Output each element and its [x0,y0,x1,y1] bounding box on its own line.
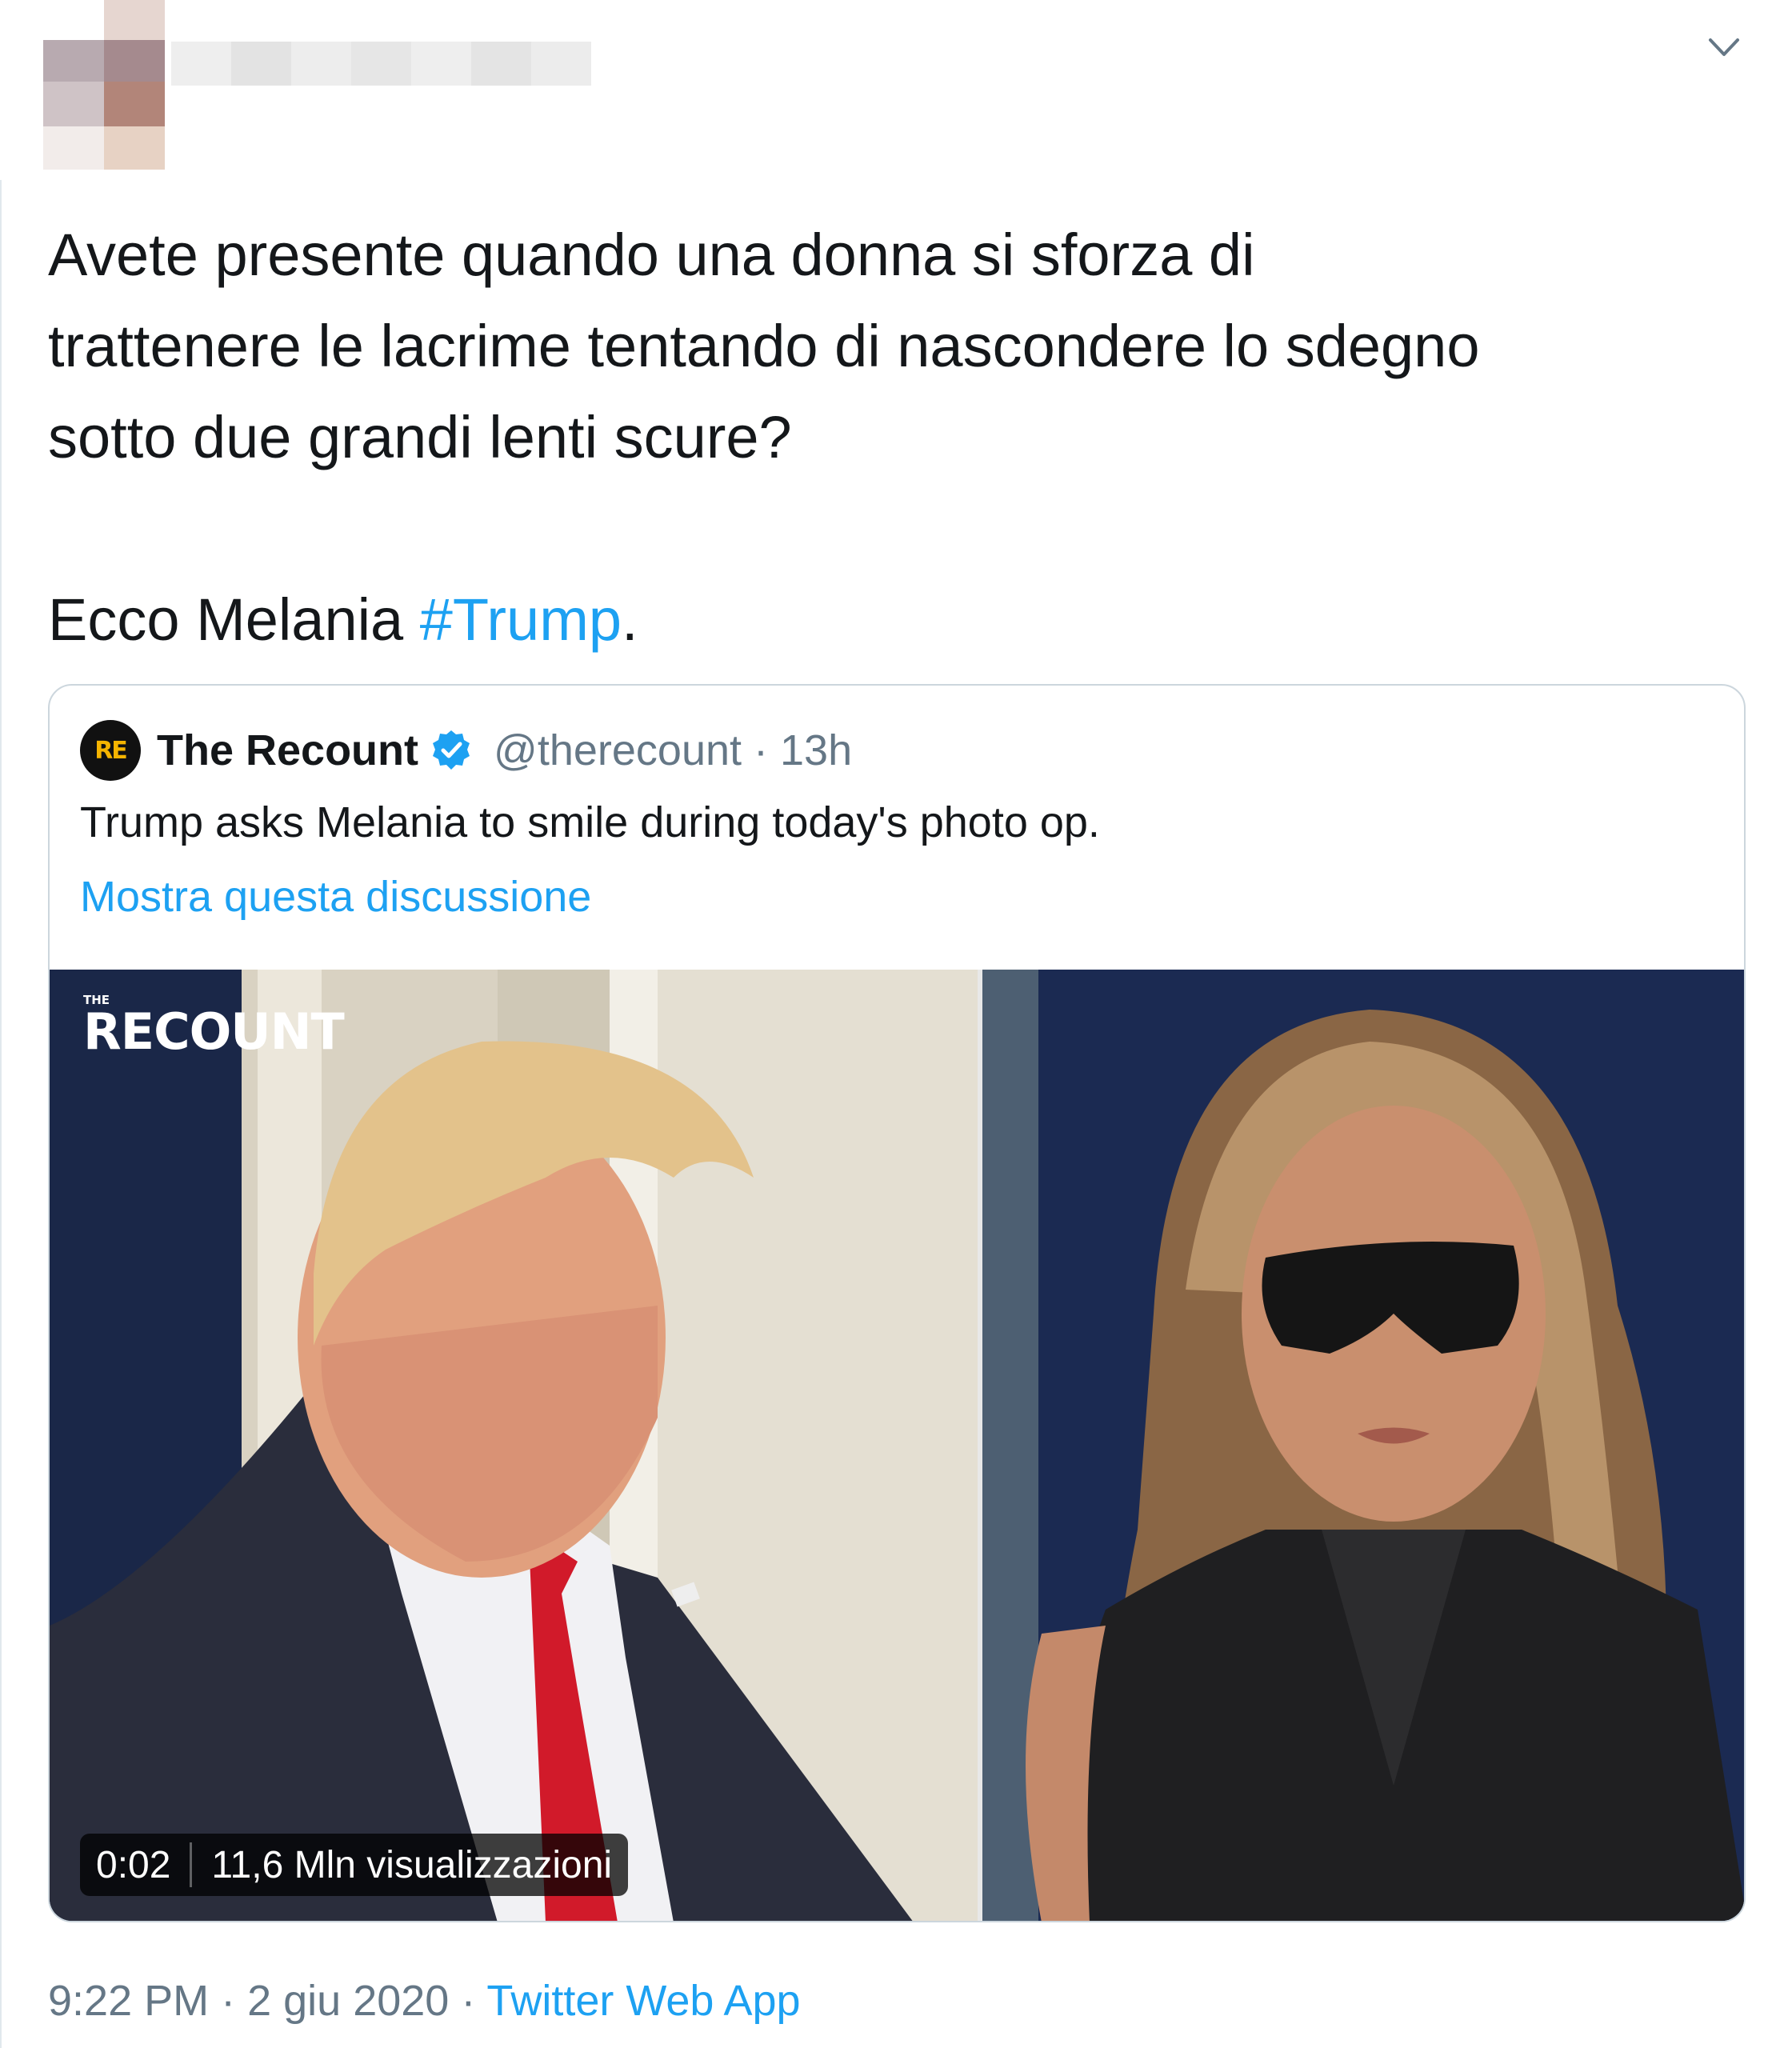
video-watermark: THE RECOUNT [83,994,345,1061]
logo-text: RE [94,736,128,765]
quoted-account-handle[interactable]: @therecount · 13h [494,726,852,775]
video-view-count: 11,6 Mln visualizzazioni [211,1843,613,1886]
tweet-meta: 9:22 PM · 2 giu 2020 · Twitter Web App [48,1976,801,2026]
quoted-tweet-card[interactable]: RE The Recount @therecount · 13h Trump a… [48,684,1746,1922]
divider [0,180,2,2048]
video-duration: 0:02 [96,1843,171,1886]
age-separator: · [742,726,781,774]
tweet-text-prefix: Ecco Melania [48,586,420,653]
avatar[interactable] [43,0,171,170]
quoted-tweet-header: RE The Recount @therecount · 13h [80,719,852,782]
tweet-text-line: sotto due grandi lenti scure? [48,404,792,470]
show-thread-link[interactable]: Mostra questa discussione [80,872,591,922]
video-frame-illustration [50,970,1744,1921]
quoted-account-name[interactable]: The Recount [157,726,418,775]
video-stats-badge: 0:02 11,6 Mln visualizzazioni [80,1834,629,1896]
tweet-text-line: Avete presente quando una donna si sforz… [48,222,1255,288]
chevron-down-icon[interactable] [1706,30,1742,62]
meta-separator: · [449,1977,487,2025]
tweet-text-line: Ecco Melania #Trump. [48,574,1768,666]
verified-badge-icon [433,730,470,770]
tweet-source-link[interactable]: Twitter Web App [486,1977,800,2025]
meta-separator: · [209,1977,248,2025]
watermark-big: RECOUNT [83,1002,345,1061]
tweet-text-line: trattenere le lacrime tentando di nascon… [48,313,1480,379]
tweet-text: Avete presente quando una donna si sforz… [48,210,1768,666]
video-player[interactable]: THE RECOUNT 0:02 11,6 Mln visualizzazion… [50,970,1744,1921]
quoted-account-avatar[interactable]: RE [80,720,141,781]
badge-divider [190,1842,193,1887]
tweet-text-suffix: . [622,586,638,653]
quoted-tweet-text: Trump asks Melania to smile during today… [80,798,1100,846]
tweet: Avete presente quando una donna si sforz… [0,0,1792,2048]
tweet-time[interactable]: 9:22 PM [48,1977,209,2025]
quoted-tweet-age: 13h [780,726,853,774]
tweet-date[interactable]: 2 giu 2020 [247,1977,449,2025]
hashtag-link[interactable]: #Trump [420,586,622,653]
author-name-redacted[interactable] [171,42,591,86]
handle-text: @therecount [494,726,742,774]
